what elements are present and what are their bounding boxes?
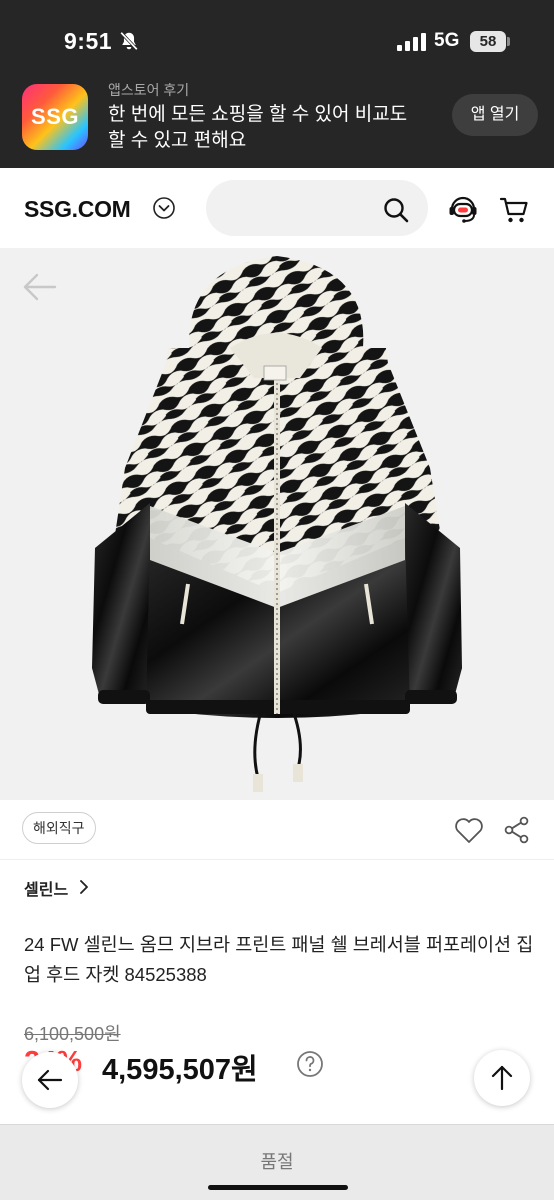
- heart-icon[interactable]: [454, 816, 484, 844]
- site-header: SSG.COM: [0, 168, 554, 248]
- question-circle-icon[interactable]: [296, 1050, 324, 1078]
- banner-subtitle: 앱스토어 후기: [108, 82, 190, 98]
- chevron-circle-down-icon[interactable]: [152, 196, 176, 220]
- open-app-button[interactable]: 앱 열기: [452, 94, 538, 136]
- product-tags-row: 해외직구: [0, 800, 554, 860]
- back-arrow-icon[interactable]: [22, 272, 58, 302]
- battery-nub: [507, 37, 510, 46]
- ssg-app-logo: SSG: [22, 84, 88, 150]
- brand-link[interactable]: 셀린느: [24, 876, 68, 900]
- home-indicator: [208, 1185, 348, 1190]
- signal-icon: [397, 33, 426, 51]
- share-icon[interactable]: [504, 816, 530, 844]
- status-bar: 9:51 5G 58: [0, 0, 554, 80]
- banner-title: 한 번에 모든 쇼핑을 할 수 있어 비교도 할 수 있고 편해요: [108, 104, 408, 151]
- site-logo[interactable]: SSG.COM: [24, 196, 131, 223]
- app-install-banner: SSG 앱스토어 후기 한 번에 모든 쇼핑을 할 수 있어 비교도 할 수 있…: [0, 80, 554, 168]
- overseas-purchase-badge: 해외직구: [22, 812, 96, 844]
- sale-price: 4,595,507원: [102, 1054, 258, 1086]
- cart-icon[interactable]: [498, 194, 530, 226]
- ssg-app-logo-text: SSG: [31, 104, 79, 129]
- jacket-illustration: [92, 256, 462, 792]
- arrow-up-icon: [491, 1065, 513, 1091]
- bell-muted-icon: [120, 31, 138, 51]
- battery-indicator: 58: [470, 31, 506, 52]
- support-agent-icon[interactable]: [446, 192, 480, 226]
- floating-back-button[interactable]: [22, 1052, 78, 1108]
- arrow-left-icon: [37, 1069, 63, 1091]
- product-image[interactable]: [0, 248, 554, 800]
- sold-out-label: 품절: [260, 1152, 294, 1172]
- chevron-right-icon[interactable]: [78, 878, 90, 896]
- search-input[interactable]: [224, 188, 374, 228]
- search-icon[interactable]: [382, 196, 410, 224]
- scroll-to-top-button[interactable]: [474, 1050, 530, 1106]
- product-title: 24 FW 셀린느 옴므 지브라 프린트 패널 쉘 브레서블 퍼포레이션 집업 …: [24, 934, 534, 985]
- status-time: 9:51: [64, 28, 113, 54]
- original-price: 6,100,500원: [24, 1024, 121, 1044]
- network-label: 5G: [434, 30, 460, 51]
